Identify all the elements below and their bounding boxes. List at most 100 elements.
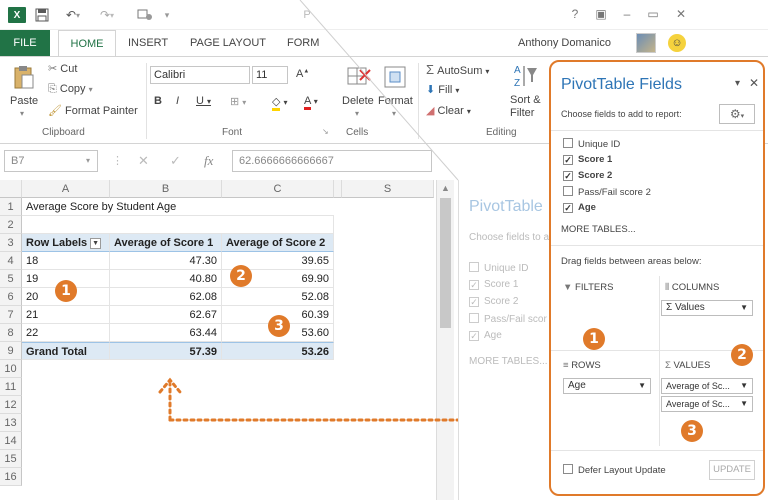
table-cell[interactable]: 62.08 bbox=[110, 288, 222, 306]
column-header-cell[interactable]: Average of Score 1 bbox=[110, 234, 222, 252]
table-row-label[interactable]: 22 bbox=[22, 324, 110, 342]
row-header[interactable]: 3 bbox=[0, 234, 22, 252]
copy-button[interactable]: ⎘ Copy ▾ bbox=[48, 83, 93, 96]
delete-button[interactable]: Delete bbox=[342, 95, 374, 107]
tab-insert[interactable]: INSERT bbox=[128, 30, 168, 56]
row-header[interactable]: 2 bbox=[0, 216, 22, 234]
row-header[interactable]: 15 bbox=[0, 450, 22, 468]
tab-formulas[interactable]: FORM bbox=[287, 30, 319, 56]
table-row-label[interactable]: 21 bbox=[22, 306, 110, 324]
dropdown-icon[interactable]: ▼ bbox=[740, 397, 748, 411]
help-button[interactable]: ? bbox=[566, 7, 584, 23]
row-header[interactable]: 5 bbox=[0, 270, 22, 288]
quick-access-more-icon[interactable]: ▾ bbox=[162, 7, 172, 23]
paste-icon[interactable] bbox=[12, 63, 36, 91]
formula-input[interactable]: 62.6666666666667 bbox=[232, 150, 432, 172]
field-settings-gear-icon[interactable]: ⚙▾ bbox=[719, 104, 755, 124]
empty-cell[interactable] bbox=[22, 216, 334, 234]
delete-cells-icon[interactable] bbox=[345, 63, 373, 91]
checkbox[interactable] bbox=[563, 138, 573, 148]
pivot-field-score-1[interactable]: ✓ Score 1 bbox=[563, 154, 612, 165]
name-box[interactable]: B7 bbox=[4, 150, 98, 172]
dropdown-icon[interactable]: ▼ bbox=[638, 379, 646, 393]
row-header[interactable]: 9 bbox=[0, 342, 22, 360]
checkbox-checked[interactable]: ✓ bbox=[563, 203, 573, 213]
underline-button[interactable]: U ▾ bbox=[196, 95, 211, 107]
tab-home[interactable]: HOME bbox=[58, 30, 116, 56]
row-header[interactable]: 1 bbox=[0, 198, 22, 216]
font-dialog-launcher-icon[interactable]: ↘ bbox=[322, 127, 329, 136]
column-header[interactable]: B bbox=[110, 180, 222, 198]
font-color-icon[interactable]: A ▾ bbox=[304, 95, 318, 110]
checkbox-checked[interactable]: ✓ bbox=[563, 171, 573, 181]
row-header[interactable]: 11 bbox=[0, 378, 22, 396]
borders-icon[interactable]: ⊞ ▾ bbox=[230, 95, 246, 108]
tab-file[interactable]: FILE bbox=[0, 30, 50, 56]
pane-close-icon[interactable]: ✕ bbox=[749, 76, 759, 90]
font-size-select[interactable]: 11 bbox=[252, 66, 288, 84]
close-button[interactable]: ✕ bbox=[672, 7, 690, 23]
table-row-label[interactable]: 18 bbox=[22, 252, 110, 270]
values-item[interactable]: Average of Sc... ▼ bbox=[661, 396, 753, 412]
rows-age-item[interactable]: Age ▼ bbox=[563, 378, 651, 394]
account-name[interactable]: Anthony Domanico bbox=[518, 30, 611, 56]
values-item[interactable]: Average of Sc... ▼ bbox=[661, 378, 753, 394]
pivot-field-unique-id[interactable]: Unique ID bbox=[563, 138, 620, 150]
fill-button[interactable]: ⬇ Fill ▾ bbox=[426, 83, 459, 96]
pivot-field-score-2[interactable]: ✓ Score 2 bbox=[563, 170, 612, 181]
column-header-cell[interactable]: Average of Score 2 bbox=[222, 234, 334, 252]
delete-dropdown-icon[interactable]: ▾ bbox=[355, 109, 359, 118]
clear-button[interactable]: ◢ Clear ▾ bbox=[426, 104, 471, 117]
tab-page-layout[interactable]: PAGE LAYOUT bbox=[190, 30, 266, 56]
fill-color-icon[interactable]: ◇ ▾ bbox=[272, 95, 288, 111]
table-cell[interactable]: 62.67 bbox=[110, 306, 222, 324]
cut-button[interactable]: ✂ Cut bbox=[48, 62, 77, 75]
row-header[interactable]: 8 bbox=[0, 324, 22, 342]
cancel-icon[interactable]: ✕ bbox=[138, 153, 149, 169]
table-cell[interactable]: 47.30 bbox=[110, 252, 222, 270]
row-header[interactable]: 13 bbox=[0, 414, 22, 432]
more-tables-link[interactable]: MORE TABLES... bbox=[561, 224, 636, 235]
column-header[interactable]: S bbox=[342, 180, 434, 198]
row-header[interactable]: 7 bbox=[0, 306, 22, 324]
ribbon-display-icon[interactable]: ▣ bbox=[592, 7, 610, 23]
format-cells-icon[interactable] bbox=[381, 63, 409, 91]
scroll-up-icon[interactable]: ▲ bbox=[441, 183, 450, 193]
name-box-dropdown-icon[interactable]: ▾ bbox=[86, 156, 90, 165]
row-header[interactable]: 10 bbox=[0, 360, 22, 378]
row-header[interactable]: 16 bbox=[0, 468, 22, 486]
format-dropdown-icon[interactable]: ▾ bbox=[392, 109, 396, 118]
row-header[interactable]: 6 bbox=[0, 288, 22, 306]
select-all-corner[interactable] bbox=[0, 180, 22, 198]
table-cell[interactable]: 63.44 bbox=[110, 324, 222, 342]
pivot-field-age[interactable]: ✓ Age bbox=[563, 202, 596, 213]
table-cell[interactable]: 52.08 bbox=[222, 288, 334, 306]
row-labels-header[interactable]: Row Labels ▼ bbox=[22, 234, 110, 252]
columns-values-item[interactable]: Σ Values ▼ bbox=[661, 300, 753, 316]
paste-button[interactable]: Paste bbox=[10, 95, 38, 107]
column-header[interactable]: C bbox=[222, 180, 334, 198]
undo-icon[interactable]: ↶ ▾ bbox=[62, 7, 84, 23]
filter-dropdown-icon[interactable]: ▼ bbox=[90, 237, 102, 249]
sheet-title-cell[interactable]: Average Score by Student Age bbox=[22, 198, 334, 216]
column-header[interactable]: A bbox=[22, 180, 110, 198]
checkbox[interactable] bbox=[563, 464, 573, 474]
font-name-select[interactable]: Calibri bbox=[150, 66, 250, 84]
restore-button[interactable]: ▭ bbox=[644, 7, 662, 23]
scroll-thumb[interactable] bbox=[440, 198, 451, 328]
row-header[interactable]: 4 bbox=[0, 252, 22, 270]
save-icon[interactable] bbox=[34, 7, 50, 23]
italic-button[interactable]: I bbox=[176, 95, 179, 107]
table-cell[interactable]: 40.80 bbox=[110, 270, 222, 288]
checkbox[interactable] bbox=[563, 186, 573, 196]
pane-options-icon[interactable]: ▾ bbox=[735, 78, 740, 89]
enter-icon[interactable]: ✓ bbox=[170, 153, 181, 169]
grand-total-label[interactable]: Grand Total bbox=[22, 342, 110, 360]
grow-font-icon[interactable]: A▲ bbox=[296, 68, 309, 80]
format-painter-button[interactable]: 🖌 Format Painter bbox=[48, 104, 138, 117]
redo-icon[interactable]: ↷ ▾ bbox=[96, 7, 118, 23]
autosum-button[interactable]: Σ AutoSum ▾ bbox=[426, 62, 489, 77]
row-header[interactable]: 12 bbox=[0, 396, 22, 414]
bold-button[interactable]: B bbox=[154, 95, 162, 107]
grand-total-cell[interactable]: 57.39 bbox=[110, 342, 222, 360]
